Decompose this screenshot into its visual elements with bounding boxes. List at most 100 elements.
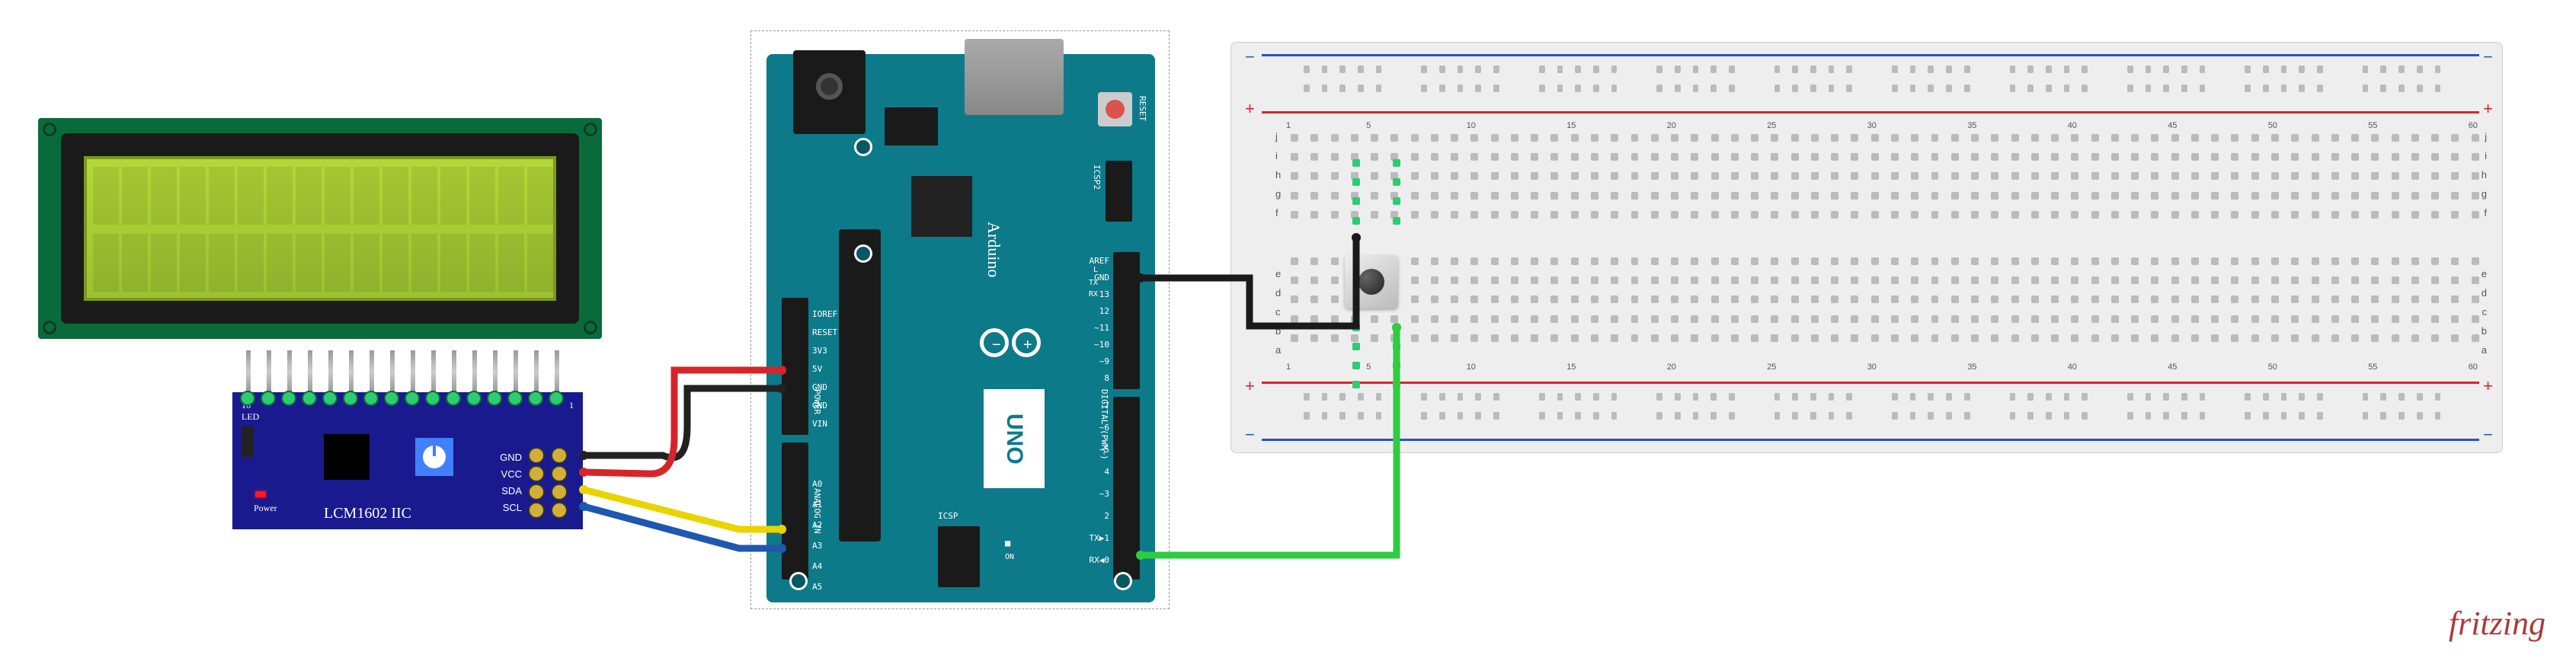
pad-gnd (528, 447, 545, 464)
pin-scl-label: SCL (491, 502, 522, 513)
pin-label: TX▶1 (1090, 533, 1110, 543)
pin-sda-label: SDA (491, 485, 522, 497)
i2c-lcm1602-module: Power 16 LED 1 LCM1602 IIC GND VCC SDA S… (232, 392, 583, 529)
pin-vcc-label: VCC (491, 468, 522, 480)
mount-hole (43, 123, 56, 136)
tie-point (1352, 324, 1360, 331)
power-led (255, 491, 266, 497)
tie-point (1352, 159, 1360, 167)
led-jumper (242, 426, 254, 457)
pin-label-a3: A3 (812, 541, 822, 551)
pad-vcc-ext (551, 465, 568, 482)
pin1-label: 1 (569, 400, 574, 411)
on-label: ON (1005, 553, 1014, 561)
tie-point (1393, 324, 1400, 331)
tactile-pushbutton (1345, 255, 1398, 308)
arduino-uno: RESET ICSP2 − + UNO Arduino ICSP ON ■ PO… (766, 54, 1155, 602)
pin-label: AREF (1090, 256, 1110, 266)
voltage-regulator (885, 107, 938, 145)
breadboard-terminal-strips (1269, 134, 2479, 361)
mount-hole (854, 138, 872, 156)
power-label: Power (254, 503, 277, 514)
power-header (782, 298, 808, 435)
atmega16u2 (911, 176, 972, 237)
pin-label-a1: A1 (812, 500, 822, 509)
arduino-uno-outline: RESET ICSP2 − + UNO Arduino ICSP ON ■ PO… (750, 30, 1170, 609)
top-pos-rail-line (1262, 111, 2479, 113)
module-name: LCM1602 IIC (324, 505, 411, 522)
rx-silk: RX (1089, 290, 1098, 299)
pin-label: GND (1094, 273, 1109, 283)
button-cap (1358, 269, 1384, 295)
pin-label-ioref: IOREF (812, 309, 837, 319)
pin-label-gnd: GND (812, 382, 827, 392)
tie-point (1393, 197, 1400, 205)
pin-label-a5: A5 (812, 582, 822, 592)
tie-point (1393, 217, 1400, 225)
tie-point (1393, 159, 1400, 167)
tie-point (1393, 381, 1400, 388)
atmega328-chip (839, 229, 881, 541)
uno-label: UNO (984, 389, 1045, 488)
pin-label: RX◀0 (1090, 555, 1110, 565)
tie-point (1352, 343, 1360, 350)
pin-label: 2 (1104, 511, 1109, 521)
pin-label: ~6 (1099, 423, 1109, 433)
mount-hole (789, 572, 808, 590)
icsp2-header (1106, 161, 1132, 222)
reset-label: RESET (1138, 96, 1147, 121)
tie-point (1352, 197, 1360, 205)
power-jack (793, 50, 866, 134)
top-neg-rail-line (1262, 54, 2479, 56)
pin-label: 13 (1099, 289, 1109, 299)
analog-header (782, 442, 808, 580)
fritzing-diagram: Power 16 LED 1 LCM1602 IIC GND VCC SDA S… (0, 0, 2576, 658)
pin-label: 12 (1099, 306, 1109, 316)
pin-label-vin: VIN (812, 419, 827, 429)
arduino-logo-icon: − + (980, 321, 1048, 366)
tie-point (1352, 217, 1360, 225)
tie-point (1352, 362, 1360, 369)
pin-label: ~10 (1094, 340, 1109, 350)
digital-header-low (1113, 397, 1140, 580)
pin-label: ~9 (1099, 356, 1109, 366)
pin-label-gnd: GND (812, 401, 827, 410)
bot-pos-rail-line (1262, 382, 2479, 384)
bot-neg-rail-line (1262, 439, 2479, 441)
digital-header-high (1113, 252, 1140, 389)
reset-button (1098, 92, 1132, 126)
mount-hole (1114, 572, 1132, 590)
pad-scl (528, 502, 545, 519)
pad-sda (528, 484, 545, 500)
mount-hole (854, 244, 872, 263)
usb-port (965, 39, 1064, 115)
mount-hole (43, 321, 56, 334)
pad-sda-ext (551, 484, 568, 500)
pin-label: 8 (1104, 373, 1109, 383)
tie-point (1393, 343, 1400, 350)
pin-label-5v: 5V (812, 364, 822, 374)
i2c-header-pins (232, 347, 583, 392)
tie-point (1393, 362, 1400, 369)
pin-gnd-label: GND (491, 452, 522, 463)
lcd-16x2 (38, 118, 602, 339)
icsp2-label: ICSP2 (1092, 164, 1102, 190)
i2c-chip (324, 434, 370, 480)
pin-label: ~11 (1094, 323, 1109, 333)
icsp-label: ICSP (938, 511, 958, 521)
pin-label-3v3: 3V3 (812, 346, 827, 356)
pad-scl-ext (551, 502, 568, 519)
tie-point (1352, 178, 1360, 186)
mount-hole (584, 321, 597, 334)
pad-vcc (528, 465, 545, 482)
contrast-pot (415, 438, 453, 476)
mount-hole (584, 123, 597, 136)
fritzing-watermark: fritzing (2449, 604, 2546, 643)
tie-point (1393, 178, 1400, 186)
pin-label: 7 (1104, 401, 1109, 410)
pin-label-a4: A4 (812, 561, 822, 571)
lcd-screen (84, 156, 556, 301)
tie-point (1352, 381, 1360, 388)
lcd-bezel (61, 133, 579, 324)
icsp-header (938, 526, 980, 587)
